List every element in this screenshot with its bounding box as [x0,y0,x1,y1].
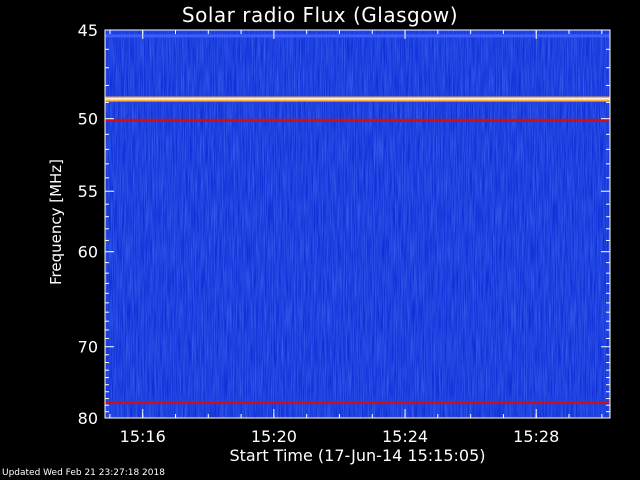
emission-band [105,34,610,38]
updated-timestamp: Updated Wed Feb 21 23:27:18 2018 [2,468,165,478]
plot-area [105,30,610,418]
x-tick-label: 15:20 [251,427,297,446]
y-tick-label: 55 [78,182,98,201]
y-tick-label: 70 [78,338,98,357]
y-tick-label: 60 [78,243,98,262]
x-tick-label: 15:28 [513,427,559,446]
y-tick-label: 45 [78,21,98,40]
spectrogram-noise [105,30,610,418]
y-axis-label: Frequency [MHz] [47,158,65,286]
y-tick-label: 50 [78,110,98,129]
spectrogram-chart: 45 50 55 60 70 80 15:16 15:20 15:24 15:28 [78,21,611,446]
y-tick-label: 80 [78,409,98,428]
x-tick-label: 15:16 [120,427,166,446]
emission-band [105,401,610,405]
x-tick-label: 15:24 [382,427,428,446]
emission-band-core [105,98,610,100]
x-axis-label: Start Time (17-Jun-14 15:15:05) [229,446,486,465]
emission-band [105,118,610,122]
